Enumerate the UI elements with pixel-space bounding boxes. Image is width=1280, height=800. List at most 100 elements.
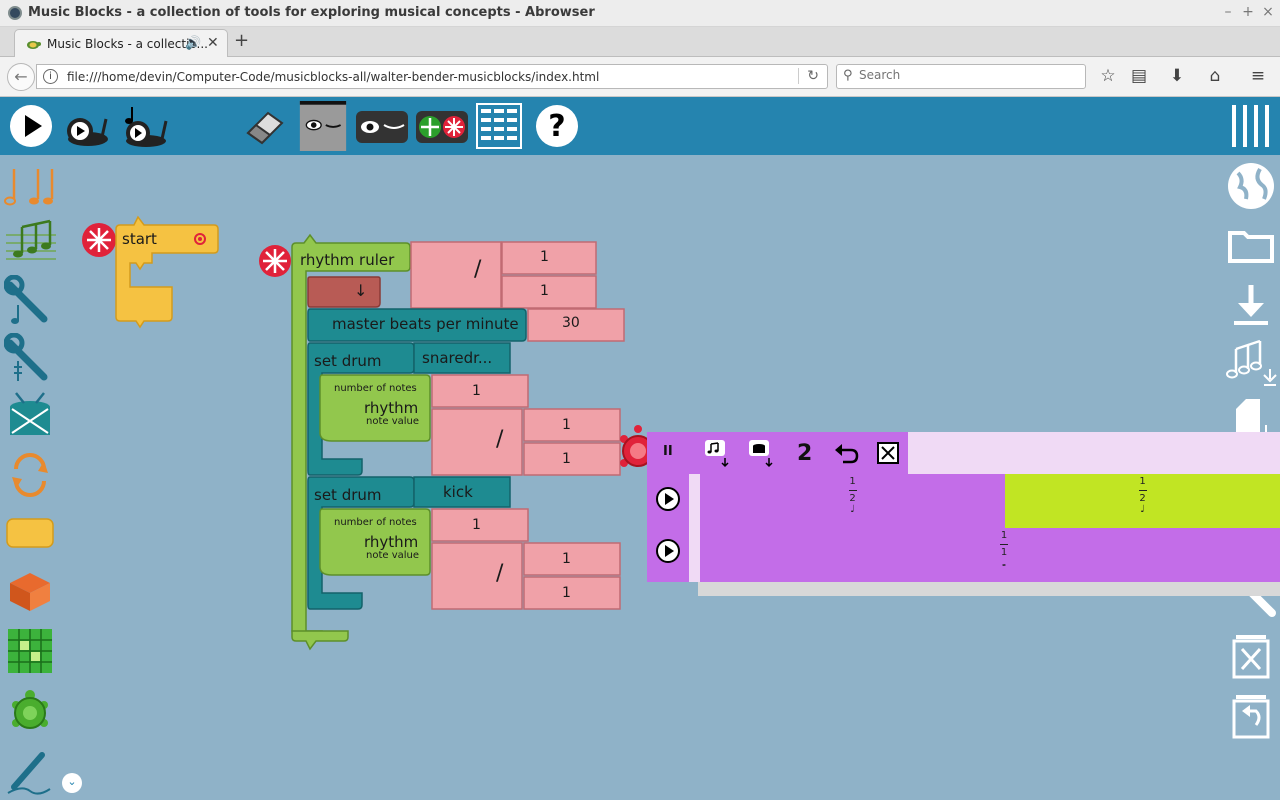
pause-button[interactable]: II bbox=[663, 444, 673, 459]
url-bar[interactable]: i file:///home/devin/Computer-Code/music… bbox=[36, 64, 828, 89]
widget-divider bbox=[689, 474, 700, 582]
ruler-divide-block[interactable] bbox=[410, 241, 598, 309]
play-row-1-icon[interactable] bbox=[655, 486, 681, 512]
note-value-label-1: note value bbox=[366, 416, 420, 427]
pen-palette-icon[interactable] bbox=[4, 745, 56, 797]
ruler-row-1: 1 2 ♩ 1 2 ♩ bbox=[700, 474, 1280, 528]
number-of-notes-label-2: number of notes bbox=[334, 517, 417, 528]
drum-name-1[interactable]: snaredr... bbox=[422, 349, 492, 367]
window-title: Music Blocks - a collection of tools for… bbox=[28, 5, 595, 20]
action-palette-icon[interactable] bbox=[4, 507, 56, 559]
reload-icon[interactable]: ↻ bbox=[798, 68, 819, 84]
rhythm-palette-icon[interactable] bbox=[4, 161, 56, 213]
hidden-block[interactable] bbox=[306, 275, 382, 309]
downloads-icon[interactable]: ⬇ bbox=[1166, 66, 1188, 86]
collapse-start-icon[interactable] bbox=[80, 221, 118, 259]
save-music-icon[interactable] bbox=[1224, 335, 1278, 389]
speaker-icon[interactable]: 🔊 bbox=[185, 36, 201, 51]
rhythm-ruler-widget: II 2 1 2 ♩ 1 2 ♩ 1 1 𝅝 bbox=[647, 432, 1280, 597]
show-blocks-button[interactable] bbox=[298, 101, 348, 151]
ruler-cell[interactable]: 1 2 ♩ bbox=[700, 474, 1005, 528]
master-bpm-label: master beats per minute bbox=[332, 315, 519, 333]
note-value-den-1[interactable]: 1 bbox=[562, 451, 571, 467]
notes-count-2[interactable]: 1 bbox=[472, 517, 481, 533]
boxes-palette-icon[interactable] bbox=[4, 565, 56, 617]
close-widget-icon[interactable] bbox=[875, 440, 901, 466]
save-rhythms-icon[interactable] bbox=[703, 436, 733, 470]
reading-list-icon[interactable]: ▤ bbox=[1128, 66, 1150, 86]
bpm-value[interactable]: 30 bbox=[562, 315, 580, 331]
url-text[interactable]: file:///home/devin/Computer-Code/musicbl… bbox=[67, 70, 599, 84]
widget-toolbar-bg bbox=[647, 432, 908, 474]
note-value-divide-1: / bbox=[496, 427, 504, 452]
help-button[interactable]: ? bbox=[532, 101, 582, 151]
minimize-button[interactable]: – bbox=[1220, 4, 1236, 20]
tab-close-icon[interactable]: ✕ bbox=[207, 35, 219, 51]
note-value-den-2[interactable]: 1 bbox=[562, 585, 571, 601]
note-value-num-2[interactable]: 1 bbox=[562, 551, 571, 567]
play-button[interactable] bbox=[6, 101, 56, 151]
ruler-denominator[interactable]: 1 bbox=[540, 283, 549, 299]
undo-icon[interactable] bbox=[833, 440, 859, 466]
hide-blocks-button[interactable] bbox=[354, 101, 410, 151]
search-icon: ⚲ bbox=[843, 68, 853, 83]
save-download-icon[interactable] bbox=[1224, 277, 1278, 331]
block-palette bbox=[0, 155, 62, 800]
play-slow-button[interactable] bbox=[62, 101, 112, 151]
maximize-button[interactable]: + bbox=[1240, 4, 1256, 20]
drum-palette-icon[interactable] bbox=[4, 391, 56, 443]
start-block[interactable] bbox=[114, 211, 220, 329]
note-value-label-2: note value bbox=[366, 550, 420, 561]
turtle-favicon-icon bbox=[27, 41, 41, 49]
save-drum-machine-icon[interactable] bbox=[747, 436, 777, 470]
new-tab-button[interactable]: + bbox=[234, 30, 249, 51]
ruler-rows: 1 2 ♩ 1 2 ♩ 1 1 𝅝 bbox=[700, 474, 1280, 582]
home-icon[interactable]: ⌂ bbox=[1204, 66, 1226, 86]
flow-palette-icon[interactable] bbox=[4, 449, 56, 501]
tab-label: Music Blocks - a collectio... bbox=[47, 37, 208, 51]
rhythm-label-1: rhythm bbox=[364, 399, 419, 417]
planet-icon[interactable] bbox=[1224, 159, 1278, 213]
drum-name-2[interactable]: kick bbox=[443, 483, 473, 501]
main-menu-button[interactable] bbox=[1226, 101, 1276, 151]
info-icon[interactable]: i bbox=[43, 69, 58, 84]
music-blocks-toolbar: ? bbox=[0, 97, 1280, 155]
collapse-expand-button[interactable] bbox=[414, 101, 470, 151]
bookmark-star-icon[interactable]: ☆ bbox=[1097, 66, 1119, 86]
svg-text:?: ? bbox=[548, 109, 565, 144]
mouse-palette-icon[interactable] bbox=[4, 685, 56, 737]
tab-music-blocks[interactable]: Music Blocks - a collectio... 🔊 ✕ bbox=[14, 29, 228, 57]
note-value-num-1[interactable]: 1 bbox=[562, 417, 571, 433]
ornament-palette-icon[interactable] bbox=[4, 333, 56, 385]
open-folder-icon[interactable] bbox=[1224, 219, 1278, 273]
ruler-cell-active[interactable]: 1 2 ♩ bbox=[1005, 474, 1280, 528]
tuplet-count[interactable]: 2 bbox=[797, 441, 812, 466]
back-button[interactable]: ← bbox=[7, 63, 35, 91]
set-drum-label-2: set drum bbox=[314, 486, 382, 504]
widget-scrollbar[interactable] bbox=[698, 582, 1280, 596]
notes-count-1[interactable]: 1 bbox=[472, 383, 481, 399]
step-music-button[interactable] bbox=[120, 101, 170, 151]
widgets-palette-icon[interactable] bbox=[4, 625, 56, 677]
ruler-numerator[interactable]: 1 bbox=[540, 249, 549, 265]
tab-bar: Music Blocks - a collectio... 🔊 ✕ + bbox=[0, 27, 1280, 57]
grid-toggle-button[interactable] bbox=[474, 101, 524, 151]
ruler-row-2: 1 1 𝅝 bbox=[700, 528, 1280, 582]
close-window-button[interactable]: × bbox=[1260, 4, 1276, 20]
browser-logo-icon bbox=[8, 6, 22, 20]
eraser-button[interactable] bbox=[240, 101, 290, 151]
search-input[interactable] bbox=[859, 68, 1079, 82]
pitch-palette-icon[interactable] bbox=[4, 217, 56, 269]
restore-trash-icon[interactable] bbox=[1224, 687, 1278, 741]
play-row-2-icon[interactable] bbox=[655, 538, 681, 564]
menu-icon[interactable]: ≡ bbox=[1247, 66, 1269, 86]
collapse-rhythm-ruler-icon[interactable] bbox=[257, 243, 293, 279]
search-box[interactable]: ⚲ bbox=[836, 64, 1086, 89]
rhythm-label-2: rhythm bbox=[364, 533, 419, 551]
window-titlebar: Music Blocks - a collection of tools for… bbox=[0, 0, 1280, 27]
ruler-cell[interactable]: 1 1 𝅝 bbox=[700, 528, 1280, 582]
trash-clear-icon[interactable] bbox=[1224, 627, 1278, 681]
down-arrow-label: ↓ bbox=[354, 281, 368, 300]
ruler-divide-sign: / bbox=[474, 257, 482, 282]
tone-palette-icon[interactable] bbox=[4, 275, 56, 327]
